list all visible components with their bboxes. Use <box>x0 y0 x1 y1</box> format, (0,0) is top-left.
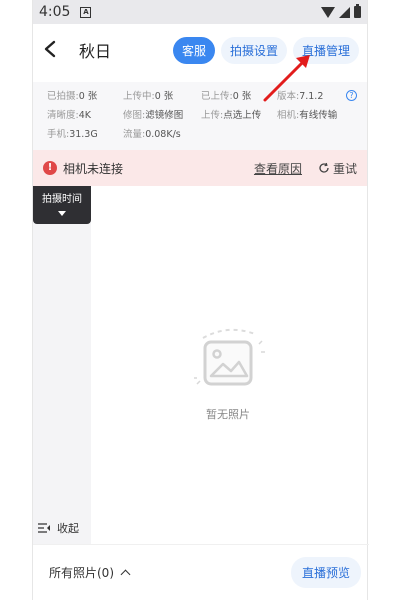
empty-state: 暂无照片 <box>183 324 273 422</box>
info-shot: 已拍摄:0 张 <box>47 91 98 102</box>
wifi-icon <box>321 6 335 18</box>
refresh-icon <box>319 162 329 173</box>
battery-icon <box>354 4 361 18</box>
help-icon[interactable]: ? <box>346 90 357 101</box>
camera-alert: ! 相机未连接 查看原因 重试 <box>33 150 367 186</box>
collapse-button[interactable]: 收起 <box>37 520 79 536</box>
status-time: 4:05 <box>39 4 71 20</box>
caret-down-icon <box>58 211 66 216</box>
notification-icon: A <box>80 6 92 18</box>
info-resolution: 清晰度:4K <box>47 110 91 121</box>
view-reason-link[interactable]: 查看原因 <box>254 160 302 177</box>
chevron-up-icon <box>120 569 131 579</box>
header: 秋日 客服 拍摄设置 直播管理 <box>33 24 367 76</box>
info-uploaded: 已上传:0 张 <box>201 91 252 102</box>
signal-icon <box>339 6 350 18</box>
info-traffic: 流量:0.08K/s <box>123 129 181 140</box>
shoot-settings-button[interactable]: 拍摄设置 <box>220 36 287 64</box>
retry-button[interactable]: 重试 <box>318 160 357 177</box>
info-retouch: 修图:滤镜修图 <box>123 110 184 121</box>
info-version: 版本:7.1.2 <box>277 91 324 102</box>
bottom-bar: 所有照片(0) 直播预览 <box>33 544 369 600</box>
all-photos-toggle[interactable]: 所有照片(0) <box>49 564 131 581</box>
no-photo-icon <box>194 328 265 386</box>
alert-text: 相机未连接 <box>63 161 124 176</box>
page-title: 秋日 <box>79 42 112 61</box>
info-panel: 已拍摄:0 张 上传中:0 张 已上传:0 张 版本:7.1.2 清晰度:4K … <box>33 82 367 150</box>
live-preview-button[interactable]: 直播预览 <box>290 557 361 588</box>
info-uploading: 上传中:0 张 <box>123 91 174 102</box>
app-screen: 4:05 A 秋日 客服 拍摄设置 直播管理 已拍摄:0 张 上传中:0 张 已… <box>32 0 369 600</box>
collapse-icon <box>38 523 50 533</box>
info-phone: 手机:31.3G <box>47 129 98 140</box>
time-filter-button[interactable]: 拍摄时间 <box>33 186 91 224</box>
sidebar: 拍摄时间 收起 <box>33 186 91 544</box>
warning-icon: ! <box>43 161 57 175</box>
status-bar: 4:05 A <box>33 0 367 24</box>
back-icon[interactable] <box>43 36 67 64</box>
info-upload-mode: 上传:点选上传 <box>201 110 262 121</box>
live-management-button[interactable]: 直播管理 <box>292 36 359 64</box>
customer-service-button[interactable]: 客服 <box>172 36 215 64</box>
empty-text: 暂无照片 <box>206 408 250 421</box>
photo-area: 拍摄时间 收起 暂无照片 <box>33 186 369 544</box>
header-tabs: 客服 拍摄设置 直播管理 <box>172 36 359 64</box>
info-camera: 相机:有线传输 <box>277 110 338 121</box>
